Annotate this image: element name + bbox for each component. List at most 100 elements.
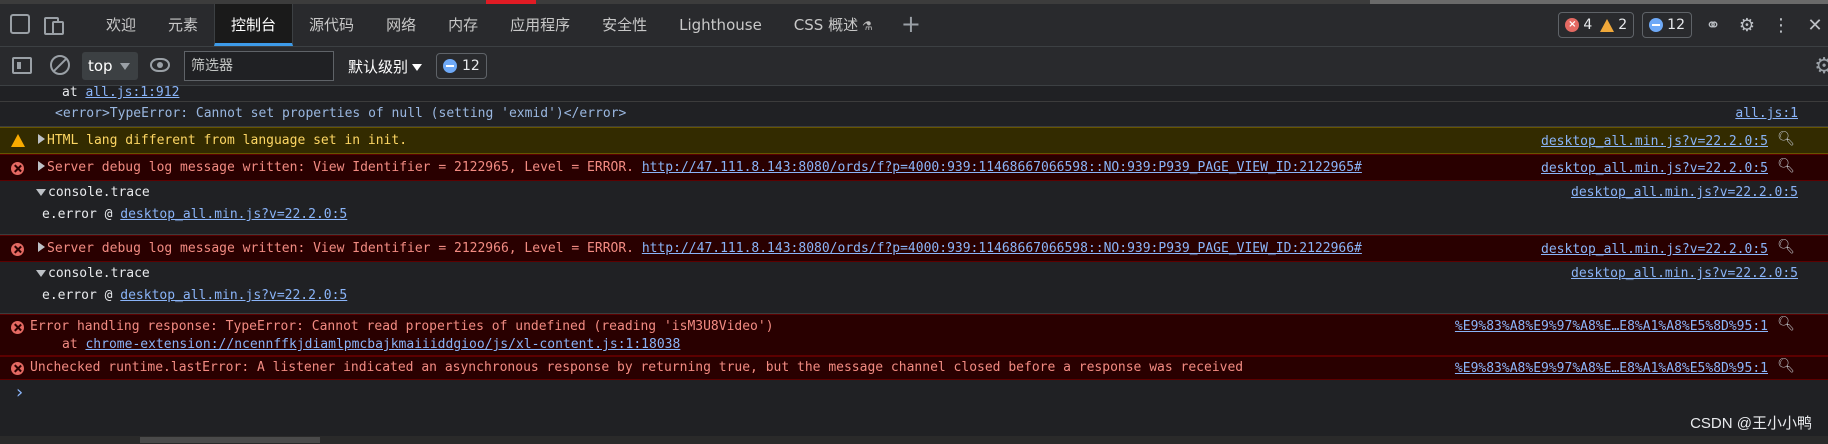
devtools-tab-bar: 欢迎 元素 控制台 源代码 网络 内存 应用程序 安全性 Lighthouse … bbox=[0, 4, 1828, 47]
toolbar-messages-badge[interactable]: 12 bbox=[436, 53, 487, 79]
log-row-error: Server debug log message written: View I… bbox=[0, 235, 1828, 262]
live-expression-eye-icon[interactable] bbox=[150, 58, 170, 72]
tab-css-overview[interactable]: CSS 概述 ⚗ bbox=[778, 4, 889, 46]
stack-line: at all.js:1:912 bbox=[0, 86, 1828, 102]
source-link[interactable]: desktop_all.min.js?v=22.2.0:5 bbox=[1571, 185, 1798, 200]
warning-icon bbox=[1600, 18, 1615, 32]
message-icon bbox=[443, 59, 457, 73]
tab-css-overview-label: CSS 概述 bbox=[793, 16, 859, 34]
search-icon[interactable]: 🔍︎ bbox=[1777, 131, 1795, 147]
error-icon bbox=[11, 243, 24, 256]
trace-frame: e.error @ bbox=[42, 207, 121, 222]
tab-security[interactable]: 安全性 bbox=[586, 4, 663, 46]
source-link[interactable]: desktop_all.min.js?v=22.2.0:5 bbox=[1541, 161, 1768, 176]
message-count: 12 bbox=[1667, 17, 1685, 33]
show-sidebar-icon[interactable] bbox=[12, 57, 32, 74]
log-level-dropdown[interactable]: 默认级别 bbox=[348, 56, 423, 77]
collapse-caret-icon[interactable] bbox=[36, 270, 46, 277]
inspect-element-icon[interactable] bbox=[10, 14, 30, 34]
source-link[interactable]: all.js:1 bbox=[1735, 106, 1798, 121]
source-link[interactable]: %E9%83%A8%E9%97%A8%E…E8%A1%A8%E5%8D%95:1 bbox=[1455, 361, 1768, 376]
tab-lighthouse[interactable]: Lighthouse bbox=[663, 4, 778, 46]
log-row-error-tag: <error>TypeError: Cannot set properties … bbox=[0, 102, 1828, 127]
tab-console[interactable]: 控制台 bbox=[214, 4, 294, 46]
source-link[interactable]: desktop_all.min.js?v=22.2.0:5 bbox=[1541, 134, 1768, 149]
log-row-error: Unchecked runtime.lastError: A listener … bbox=[0, 356, 1828, 380]
tab-network[interactable]: 网络 bbox=[370, 4, 432, 46]
settings-gear-icon[interactable]: ⚙ bbox=[1734, 15, 1760, 36]
prompt-chevron-icon: › bbox=[14, 382, 25, 403]
source-link[interactable]: desktop_all.min.js?v=22.2.0:5 bbox=[1541, 242, 1768, 257]
console-prompt[interactable]: › bbox=[0, 380, 1828, 406]
trace-label: console.trace bbox=[48, 266, 150, 281]
tab-welcome[interactable]: 欢迎 bbox=[90, 4, 152, 46]
error-icon bbox=[11, 321, 24, 334]
tab-application[interactable]: 应用程序 bbox=[494, 4, 586, 46]
log-row-error: Error handling response: TypeError: Cann… bbox=[0, 314, 1828, 356]
console-settings-gear-icon[interactable]: ⚙ bbox=[1814, 54, 1828, 79]
source-link[interactable]: desktop_all.min.js?v=22.2.0:5 bbox=[1571, 266, 1798, 281]
error-icon bbox=[11, 162, 24, 175]
search-icon[interactable]: 🔍︎ bbox=[1777, 158, 1795, 174]
close-icon[interactable]: ✕ bbox=[1802, 15, 1828, 36]
console-messages: at all.js:1:912 <error>TypeError: Cannot… bbox=[0, 86, 1828, 436]
error-tag-text: <error>TypeError: Cannot set properties … bbox=[55, 106, 627, 121]
tab-memory[interactable]: 内存 bbox=[432, 4, 494, 46]
source-link[interactable]: %E9%83%A8%E9%97%A8%E…E8%A1%A8%E5%8D%95:1 bbox=[1455, 319, 1768, 334]
warning-icon bbox=[11, 134, 25, 147]
warning-text: HTML lang different from language set in… bbox=[47, 133, 408, 148]
tab-bar-left-icons bbox=[10, 14, 64, 35]
trace-frame-link[interactable]: desktop_all.min.js?v=22.2.0:5 bbox=[120, 288, 347, 303]
tab-elements[interactable]: 元素 bbox=[152, 4, 214, 46]
search-icon[interactable]: 🔍︎ bbox=[1777, 358, 1795, 374]
stack-link[interactable]: all.js:1:912 bbox=[85, 86, 179, 100]
beaker-icon: ⚗ bbox=[862, 19, 873, 33]
collapse-caret-icon[interactable] bbox=[36, 189, 46, 196]
warning-count: 2 bbox=[1618, 17, 1628, 33]
clear-console-icon[interactable] bbox=[50, 55, 70, 75]
console-toolbar: top 默认级别 12 ⚙ bbox=[0, 47, 1828, 86]
caret-down-icon bbox=[412, 64, 423, 71]
watermark: CSDN @王小小鸭 bbox=[1690, 415, 1812, 432]
chevron-down-icon bbox=[120, 63, 130, 70]
filter-input[interactable] bbox=[184, 51, 334, 81]
error-url-link[interactable]: http://47.111.8.143:8080/ords/f?p=4000:9… bbox=[642, 160, 1362, 175]
tab-sources[interactable]: 源代码 bbox=[293, 4, 370, 46]
add-tab-icon[interactable]: + bbox=[889, 4, 933, 46]
error-text: Server debug log message written: View I… bbox=[47, 160, 634, 175]
trace-frame-link[interactable]: desktop_all.min.js?v=22.2.0:5 bbox=[120, 207, 347, 222]
error-url-link[interactable]: http://47.111.8.143:8080/ords/f?p=4000:9… bbox=[642, 241, 1362, 256]
context-select[interactable]: top bbox=[82, 52, 138, 80]
expand-caret-icon[interactable] bbox=[38, 242, 45, 252]
message-icon bbox=[1649, 18, 1664, 32]
search-icon[interactable]: 🔍︎ bbox=[1777, 316, 1795, 332]
trace-group: console.trace desktop_all.min.js?v=22.2.… bbox=[0, 181, 1828, 235]
device-toolbar-icon[interactable] bbox=[42, 14, 64, 35]
log-level-label: 默认级别 bbox=[348, 58, 409, 76]
expand-caret-icon[interactable] bbox=[38, 161, 45, 171]
context-select-value: top bbox=[88, 57, 113, 75]
log-row-warning: HTML lang different from language set in… bbox=[0, 127, 1828, 154]
stack-link[interactable]: chrome-extension://ncennffkjdiamlpmcbajk… bbox=[85, 337, 680, 352]
customize-icon[interactable]: ⚭ bbox=[1700, 15, 1726, 36]
error-text: Error handling response: TypeError: Cann… bbox=[30, 319, 774, 334]
toolbar-badge-count: 12 bbox=[462, 58, 480, 74]
scrollbar-thumb[interactable] bbox=[140, 437, 320, 443]
horizontal-scrollbar[interactable] bbox=[0, 436, 1828, 444]
search-icon[interactable]: 🔍︎ bbox=[1777, 239, 1795, 255]
log-row-error: Server debug log message written: View I… bbox=[0, 154, 1828, 181]
error-icon bbox=[11, 362, 24, 375]
error-count: 4 bbox=[1583, 17, 1593, 33]
trace-label: console.trace bbox=[48, 185, 150, 200]
error-icon: × bbox=[1565, 18, 1580, 32]
stack-at: at bbox=[62, 86, 86, 100]
issue-counts[interactable]: × 4 2 bbox=[1558, 12, 1635, 38]
panel-tabs: 欢迎 元素 控制台 源代码 网络 内存 应用程序 安全性 Lighthouse … bbox=[90, 4, 933, 46]
stack-at: at bbox=[62, 337, 86, 352]
messages-badge[interactable]: 12 bbox=[1642, 12, 1692, 38]
error-text: Unchecked runtime.lastError: A listener … bbox=[30, 360, 1244, 375]
trace-group: console.trace desktop_all.min.js?v=22.2.… bbox=[0, 262, 1828, 314]
trace-frame: e.error @ bbox=[42, 288, 121, 303]
expand-caret-icon[interactable] bbox=[38, 134, 45, 144]
more-options-icon[interactable]: ⋮ bbox=[1768, 15, 1794, 36]
